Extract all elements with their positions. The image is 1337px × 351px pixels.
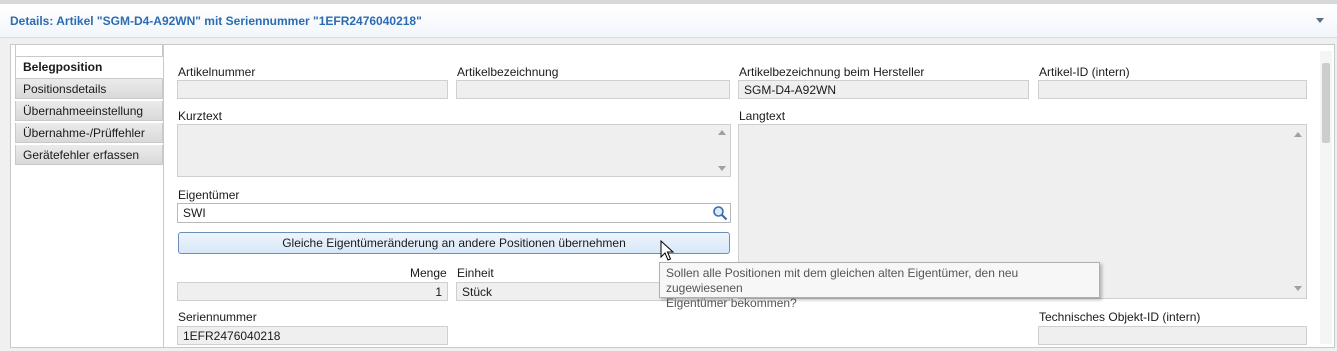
panel-scrollbar[interactable]	[1320, 51, 1332, 344]
langtext-label: Langtext	[739, 109, 786, 123]
tab-strip-spacer	[15, 45, 163, 57]
artikel-id-field[interactable]	[1038, 80, 1307, 99]
tab-uebernahmeeinstellung[interactable]: Übernahmeeinstellung	[15, 101, 163, 121]
collapse-chevron-icon[interactable]	[1315, 15, 1325, 25]
artikelbezeichnung-label: Artikelbezeichnung	[457, 65, 559, 79]
seriennummer-field[interactable]: 1EFR2476040218	[177, 326, 448, 345]
kurztext-label: Kurztext	[178, 109, 223, 123]
scroll-down-icon[interactable]	[718, 164, 726, 172]
tooltip-line-1: Sollen alle Positionen mit dem gleichen …	[666, 266, 1019, 295]
details-header[interactable]: Details: Artikel "SGM-D4-A92WN" mit Seri…	[0, 4, 1337, 38]
mouse-cursor-icon	[660, 240, 674, 261]
panel-scrollbar-thumb[interactable]	[1322, 63, 1330, 143]
artikelnummer-label: Artikelnummer	[178, 65, 256, 79]
tab-uebernahme-prueffehler[interactable]: Übernahme-/Prüffehler	[15, 123, 163, 143]
vertical-tab-strip: Belegposition Positionsdetails Übernahme…	[11, 45, 164, 347]
kurztext-scrollbar[interactable]	[714, 125, 730, 176]
eigentuemer-input[interactable]: SWI	[177, 203, 731, 223]
artikel-id-label: Artikel-ID (intern)	[1039, 65, 1130, 79]
artikelbezeichnung-hersteller-label: Artikelbezeichnung beim Hersteller	[739, 65, 925, 79]
artikelbezeichnung-hersteller-field[interactable]: SGM-D4-A92WN	[738, 80, 1029, 99]
tab-belegposition[interactable]: Belegposition	[15, 57, 163, 79]
details-title: Details: Artikel "SGM-D4-A92WN" mit Seri…	[10, 14, 422, 28]
artikelbezeichnung-field[interactable]	[456, 80, 730, 99]
kurztext-textarea[interactable]	[177, 124, 731, 177]
langtext-scrollbar[interactable]	[1290, 125, 1306, 298]
tooltip: Sollen alle Positionen mit dem gleichen …	[659, 262, 1100, 310]
scroll-up-icon[interactable]	[1294, 131, 1302, 139]
tooltip-line-2: Eigentümer bekommen?	[666, 296, 797, 310]
scroll-up-icon[interactable]	[718, 129, 726, 137]
seriennummer-label: Seriennummer	[178, 310, 257, 324]
technisches-objekt-id-field[interactable]	[1038, 326, 1307, 345]
scroll-down-icon[interactable]	[1294, 284, 1302, 292]
eigentuemer-label: Eigentümer	[178, 188, 240, 202]
search-magnifier-icon[interactable]	[712, 205, 728, 221]
einheit-label: Einheit	[457, 266, 494, 280]
artikelnummer-field[interactable]	[177, 80, 448, 99]
tab-geraetefehler-erfassen[interactable]: Gerätefehler erfassen	[15, 145, 163, 165]
eigentuemer-value: SWI	[183, 206, 206, 220]
menge-label: Menge	[410, 266, 447, 280]
menge-field[interactable]: 1	[177, 282, 448, 301]
gleiche-eigentuemeraenderung-button[interactable]: Gleiche Eigentümeränderung an andere Pos…	[178, 232, 730, 254]
tab-positionsdetails[interactable]: Positionsdetails	[15, 79, 163, 99]
technisches-objekt-id-label: Technisches Objekt-ID (intern)	[1039, 310, 1201, 324]
